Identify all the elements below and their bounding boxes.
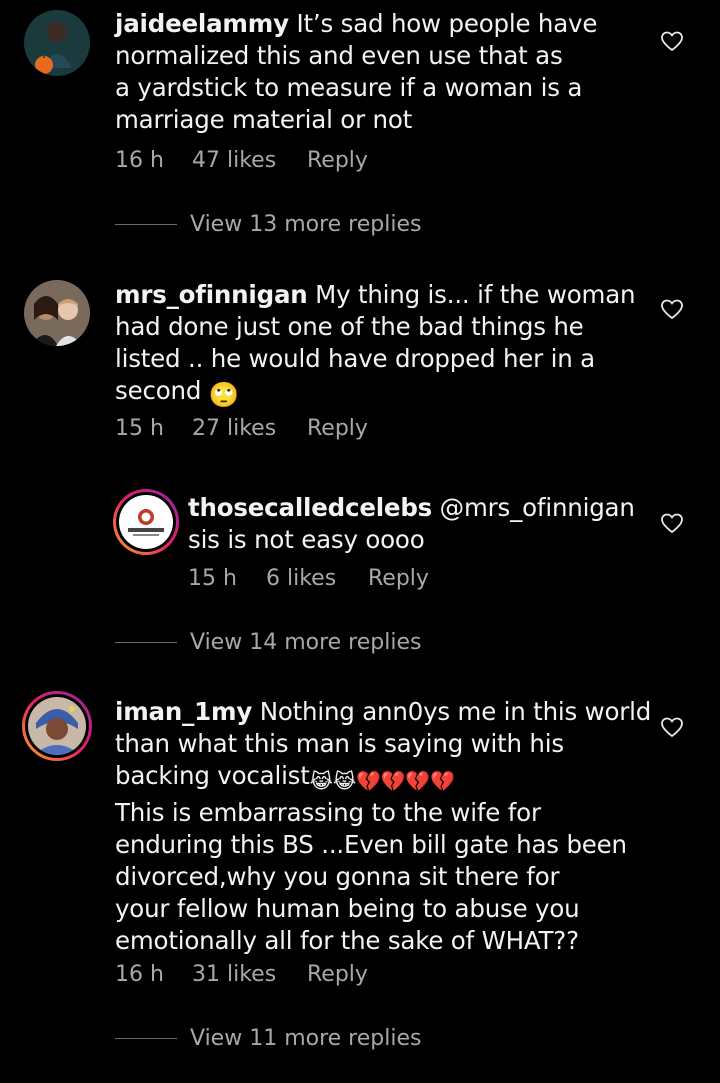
comment-text: thosecalledcelebs @mrs_ofinnigan sis is … bbox=[188, 493, 635, 554]
comment-username[interactable]: iman_1my bbox=[115, 697, 252, 726]
emoji-sequence: 😹😹💔💔💔💔 bbox=[309, 769, 455, 793]
story-ring[interactable] bbox=[22, 691, 92, 761]
divider bbox=[115, 1038, 177, 1039]
avatar[interactable] bbox=[24, 10, 90, 76]
avatar bbox=[116, 492, 176, 552]
view-more-replies[interactable]: View 14 more replies bbox=[115, 630, 421, 655]
avatar bbox=[25, 694, 89, 758]
comment-time: 16 h bbox=[115, 962, 164, 987]
comment-time: 15 h bbox=[188, 566, 237, 591]
comment-text: jaideelammy It’s sad how people have nor… bbox=[115, 9, 598, 134]
reply-button[interactable]: Reply bbox=[307, 962, 368, 987]
view-more-replies[interactable]: View 11 more replies bbox=[115, 1026, 421, 1051]
reply-button[interactable]: Reply bbox=[307, 416, 368, 441]
comment-username[interactable]: mrs_ofinnigan bbox=[115, 280, 308, 309]
eye-roll-emoji: 🙄 bbox=[208, 380, 240, 409]
story-ring[interactable] bbox=[113, 489, 179, 555]
comment-likes[interactable]: 47 likes bbox=[192, 148, 307, 173]
comment-meta: 16 h 31 likes Reply bbox=[115, 962, 368, 987]
avatar-image bbox=[119, 495, 173, 549]
comment-text: iman_1my Nothing ann0ys me in this world… bbox=[115, 697, 652, 955]
comment-text: mrs_ofinnigan My thing is... if the woma… bbox=[115, 280, 636, 409]
comment-time: 15 h bbox=[115, 416, 164, 441]
avatar-image bbox=[28, 697, 86, 755]
reply-button[interactable]: Reply bbox=[368, 566, 429, 591]
heart-outline-icon[interactable] bbox=[660, 512, 684, 534]
comment-likes[interactable]: 6 likes bbox=[266, 566, 368, 591]
divider bbox=[115, 224, 177, 225]
heart-outline-icon[interactable] bbox=[660, 716, 684, 738]
avatar[interactable] bbox=[24, 280, 90, 346]
comment-meta: 16 h 47 likes Reply bbox=[115, 148, 368, 173]
comment-username[interactable]: jaideelammy bbox=[115, 9, 289, 38]
comment-username[interactable]: thosecalledcelebs bbox=[188, 493, 432, 522]
heart-outline-icon[interactable] bbox=[660, 30, 684, 52]
comment-meta: 15 h 27 likes Reply bbox=[115, 416, 368, 441]
view-more-replies[interactable]: View 13 more replies bbox=[115, 212, 421, 237]
comment-time: 16 h bbox=[115, 148, 164, 173]
divider bbox=[115, 642, 177, 643]
comment-meta: 15 h 6 likes Reply bbox=[188, 566, 429, 591]
comments-feed: jaideelammy It’s sad how people have nor… bbox=[0, 0, 720, 1083]
comment-likes[interactable]: 31 likes bbox=[192, 962, 307, 987]
reply-button[interactable]: Reply bbox=[307, 148, 368, 173]
heart-outline-icon[interactable] bbox=[660, 298, 684, 320]
comment-likes[interactable]: 27 likes bbox=[192, 416, 307, 441]
mention[interactable]: @mrs_ofinnigan bbox=[440, 493, 635, 522]
